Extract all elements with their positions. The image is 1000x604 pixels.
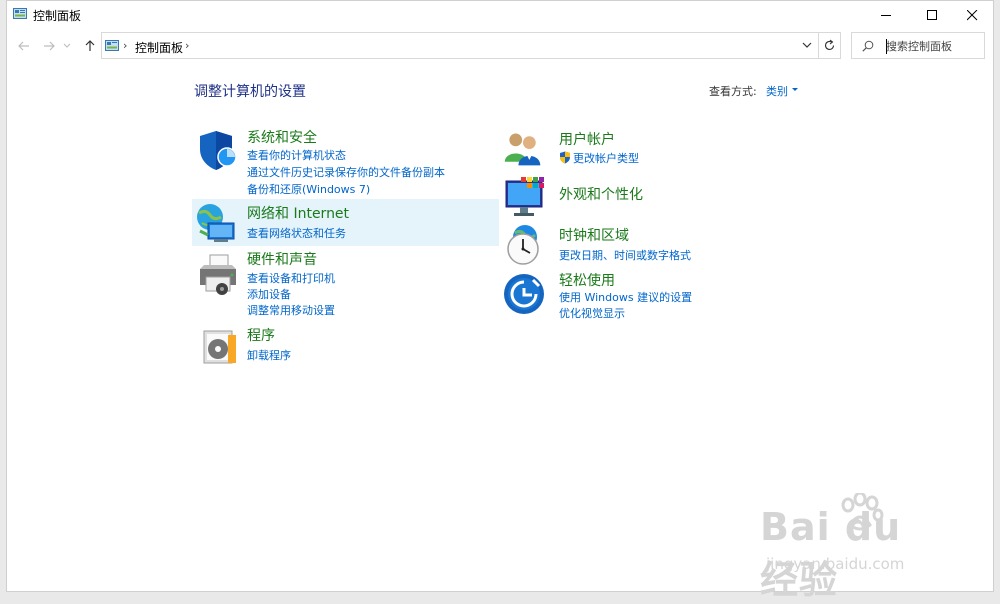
category-system-security: 系统和安全 查看你的计算机状态 通过文件历史记录保存你的文件备份副本 备份和还原… — [194, 127, 500, 197]
baidu-watermark: Bai du 经验 jingyan.baidu.com — [760, 493, 950, 602]
watermark-site: jingyan.baidu.com — [766, 555, 905, 573]
link-devices-printers[interactable]: 查看设备和打印机 — [247, 270, 335, 286]
category-title[interactable]: 网络和 Internet — [247, 203, 349, 223]
link-mobility-settings[interactable]: 调整常用移动设置 — [247, 302, 335, 318]
maximize-icon — [926, 9, 937, 20]
printer-icon[interactable] — [196, 253, 240, 297]
category-ease-of-access: 轻松使用 使用 Windows 建议的设置 优化视觉显示 — [503, 270, 803, 320]
link-label[interactable]: 更改帐户类型 — [573, 152, 639, 165]
back-button[interactable] — [15, 38, 33, 54]
up-button[interactable] — [81, 38, 99, 54]
breadcrumb-control-panel[interactable]: 控制面板 — [135, 39, 183, 56]
navigation-bar: › 控制面板 › — [7, 29, 993, 63]
refresh-icon — [824, 39, 835, 51]
forward-button[interactable] — [40, 38, 58, 54]
chevron-right-icon[interactable]: › — [185, 39, 189, 52]
link-file-history-backup[interactable]: 通过文件历史记录保存你的文件备份副本 — [247, 164, 445, 180]
category-title[interactable]: 轻松使用 — [559, 270, 615, 290]
window-title: 控制面板 — [33, 9, 82, 23]
search-icon — [862, 40, 874, 52]
clock-icon[interactable] — [503, 223, 547, 267]
close-icon — [966, 9, 977, 20]
address-bar[interactable]: › 控制面板 › — [101, 32, 819, 59]
link-date-time-format[interactable]: 更改日期、时间或数字格式 — [559, 247, 691, 263]
category-title[interactable]: 外观和个性化 — [559, 184, 643, 204]
category-user-accounts: 用户帐户 更改帐户类型 — [503, 129, 803, 169]
link-recommended-settings[interactable]: 使用 Windows 建议的设置 — [559, 289, 692, 305]
close-button[interactable] — [949, 1, 995, 29]
arrow-up-icon — [85, 40, 95, 51]
uac-shield-icon — [560, 151, 570, 164]
control-panel-icon — [105, 40, 119, 51]
view-by-label: 查看方式: — [709, 85, 757, 98]
category-title[interactable]: 用户帐户 — [559, 129, 615, 149]
title-bar: 控制面板 — [7, 1, 993, 29]
category-title[interactable]: 时钟和区域 — [559, 225, 629, 245]
ease-of-access-icon[interactable] — [503, 272, 547, 316]
link-network-status[interactable]: 查看网络状态和任务 — [247, 225, 346, 241]
programs-icon[interactable] — [198, 325, 242, 369]
users-icon[interactable] — [503, 129, 543, 169]
search-box[interactable] — [851, 32, 985, 59]
arrow-left-icon — [18, 41, 29, 51]
chevron-right-icon[interactable]: › — [123, 39, 127, 52]
link-backup-restore[interactable]: 备份和还原(Windows 7) — [247, 181, 370, 197]
category-appearance: 外观和个性化 — [503, 175, 803, 219]
view-by-dropdown[interactable]: 类别 — [766, 83, 788, 99]
chevron-down-icon[interactable] — [802, 42, 812, 49]
category-title[interactable]: 硬件和声音 — [247, 249, 317, 269]
category-network-internet[interactable]: 网络和 Internet 查看网络状态和任务 — [192, 199, 499, 246]
appearance-icon[interactable] — [503, 175, 547, 219]
category-title[interactable]: 程序 — [247, 325, 275, 345]
chevron-down-icon — [63, 43, 71, 48]
link-view-computer-status[interactable]: 查看你的计算机状态 — [247, 147, 346, 163]
page-title: 调整计算机的设置 — [194, 84, 306, 100]
category-hardware-sound: 硬件和声音 查看设备和打印机 添加设备 调整常用移动设置 — [194, 249, 500, 317]
refresh-button[interactable] — [819, 32, 841, 59]
minimize-icon — [880, 14, 891, 16]
arrow-right-icon — [44, 41, 55, 51]
link-add-device[interactable]: 添加设备 — [247, 286, 291, 302]
category-programs: 程序 卸载程序 — [194, 325, 500, 367]
link-change-account-type[interactable]: 更改帐户类型 — [559, 150, 639, 166]
search-input[interactable] — [886, 37, 982, 55]
dropdown-arrow-icon[interactable] — [792, 88, 798, 91]
category-clock-region: 时钟和区域 更改日期、时间或数字格式 — [503, 223, 803, 267]
category-title[interactable]: 系统和安全 — [247, 127, 317, 147]
link-optimize-visual-display[interactable]: 优化视觉显示 — [559, 305, 625, 321]
minimize-button[interactable] — [863, 1, 909, 29]
shield-icon[interactable] — [196, 129, 240, 173]
recent-locations-button[interactable] — [62, 38, 72, 54]
network-icon[interactable] — [194, 201, 238, 245]
control-panel-icon — [13, 8, 27, 19]
link-uninstall-program[interactable]: 卸载程序 — [247, 347, 291, 363]
